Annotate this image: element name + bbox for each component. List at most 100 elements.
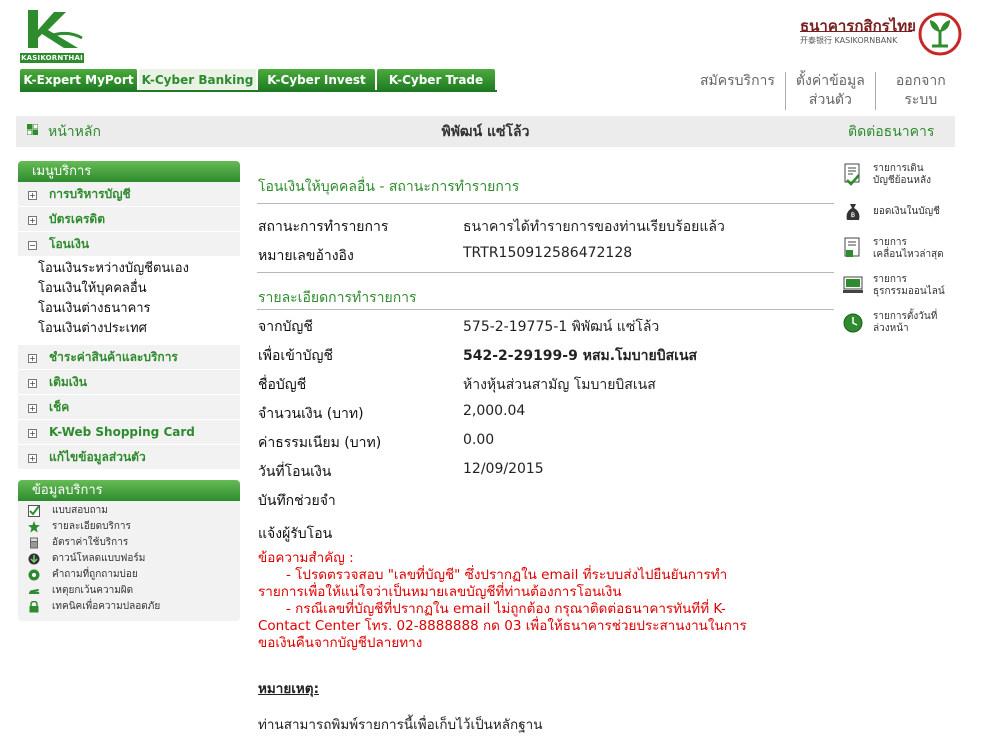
scheduled-transactions-link[interactable]: รายการตั้งวันที่ ล่วงหน้า [843,311,973,335]
kasikorn-logo-icon[interactable] [20,8,84,52]
quick-links: รายการเดิน บัญชีย้อนหลัง ฿ ยอดเงินในบัญชี… [843,163,973,348]
logout-label-line1: ออกจาก [895,73,946,89]
status-value: ธนาคารได้ทำรายการของท่านเรียบร้อยแล้ว [463,219,725,235]
sidebar-item-bill-payment[interactable]: + ชำระค่าสินค้าและบริการ [18,345,240,370]
submenu-international-transfer[interactable]: โอนเงินต่างประเทศ [38,319,240,339]
faq-link[interactable]: คำถามที่ถูกถามบ่อย [18,567,240,583]
question-icon [28,569,40,581]
sidebar-item-label: ชำระค่าสินค้าและบริการ [49,350,178,364]
online-transactions-icon [843,276,863,293]
submenu-interbank-transfer[interactable]: โอนเงินต่างธนาคาร [38,299,240,319]
quick-link-label: ล่วงหน้า [873,323,909,334]
submenu-own-account-transfer[interactable]: โอนเงินระหว่างบัญชีตนเอง [38,259,240,279]
tab-k-cyber-trade[interactable]: K-Cyber Trade [377,69,495,91]
download-icon [28,553,40,565]
memo-label: บันทึกช่วยจำ [258,493,336,509]
divider [257,309,834,310]
sidebar-item-label: การบริหารบัญชี [49,187,131,201]
home-icon [27,124,38,135]
submenu-third-party-transfer[interactable]: โอนเงินให้บุคคลอื่น [38,279,240,299]
calculator-icon [30,537,38,549]
account-balance-link[interactable]: ฿ ยอดเงินในบัญชี [843,200,973,224]
sidebar-item-credit-card[interactable]: + บัตรเครดิต [18,207,240,232]
notice-line: ขอเงินคืนจากบัญชีปลายทาง [258,635,423,651]
quick-link-label: รายการตั้งวันที่ [873,311,938,322]
quick-link-label: ธุรกรรมออนไลน์ [873,286,945,297]
notice-line: - กรณีเลขที่บัญชีที่ปรากฏใน email ไม่ถูก… [286,601,726,617]
sidebar: เมนูบริการ + การบริหารบัญชี + บัตรเครดิต −… [18,161,240,621]
service-fees-link[interactable]: อัตราค่าใช้บริการ [18,535,240,551]
svg-text:฿: ฿ [851,211,855,219]
sidebar-item-cheque[interactable]: + เช็ค [18,395,240,420]
divider [257,272,834,273]
lock-icon [29,601,39,613]
tab-bar-underline [20,90,497,92]
service-details-label: รายละเอียดบริการ [52,521,131,532]
survey-link[interactable]: แบบสอบถาม [18,503,240,519]
sidebar-item-top-up[interactable]: + เติมเงิน [18,370,240,395]
service-info-list: แบบสอบถาม รายละเอียดบริการ อัตราค่าใช้บร… [18,501,240,621]
bank-name-underline [800,31,912,32]
sidebar-item-label: แก้ไขข้อมูลส่วนตัว [49,450,146,464]
disclaimer-link[interactable]: เหตุยกเว้นความผิด [18,583,240,599]
expand-icon: + [28,354,37,363]
nav-bar [16,116,955,147]
sidebar-item-k-web-shopping-card[interactable]: + K-Web Shopping Card [18,420,240,445]
statement-history-link[interactable]: รายการเดิน บัญชีย้อนหลัง [843,163,973,187]
status-label: สถานะการทำรายการ [258,219,389,235]
expand-icon: + [28,404,37,413]
expand-icon: + [28,191,37,200]
service-menu-title: เมนูบริการ [18,161,240,182]
tab-k-cyber-banking[interactable]: K-Cyber Banking [139,69,256,91]
checkmark-icon [28,505,40,517]
quick-link-label: รายการ [873,237,907,248]
sidebar-item-label: บัตรเครดิต [49,212,106,226]
security-tips-link[interactable]: เทคนิคเพื่อความปลอดภัย [18,599,240,615]
sidebar-item-account-management[interactable]: + การบริหารบัญชี [18,182,240,207]
recent-transactions-icon [844,237,860,257]
quick-link-label: เคลื่อนไหวล่าสุด [873,249,944,260]
tab-k-cyber-invest[interactable]: K-Cyber Invest [258,69,375,91]
sidebar-item-label: เช็ค [49,400,70,414]
important-notice: ข้อความสำคัญ : - โปรดตรวจสอบ "เลขที่บัญช… [258,550,818,652]
notice-title: ข้อความสำคัญ : [258,550,354,566]
online-transactions-link[interactable]: รายการ ธุรกรรมออนไลน์ [843,274,973,298]
quick-link-label: ยอดเงินในบัญชี [873,206,940,217]
top-links: สมัครบริการ ตั้งค่าข้อมูล ส่วนตัว ออกจาก… [690,72,956,110]
sidebar-item-transfer[interactable]: − โอนเงิน [18,232,240,257]
service-fees-label: อัตราค่าใช้บริการ [52,537,129,548]
sidebar-item-label: เติมเงิน [49,375,87,389]
account-name-value: ห้างหุ้นส่วนสามัญ โมบายบิสเนส [463,377,656,393]
amount-label: จำนวนเงิน (บาท) [258,406,364,422]
tab-k-expert-myport[interactable]: K-Expert MyPort [20,69,137,91]
personal-settings-link[interactable]: ตั้งค่าข้อมูล ส่วนตัว [786,72,876,110]
quick-link-label: บัญชีย้อนหลัง [873,175,931,186]
fee-value: 0.00 [463,432,495,448]
home-link[interactable]: หน้าหลัก [48,121,101,143]
notify-recipient-label: แจ้งผู้รับโอน [258,526,333,542]
page-title: โอนเงินให้บุคคลอื่น - สถานะการทำรายการ [258,179,520,195]
product-tabs: K-Expert MyPort K-Cyber Banking K-Cyber … [20,69,495,91]
sidebar-item-edit-profile[interactable]: + แก้ไขข้อมูลส่วนตัว [18,445,240,470]
service-details-link[interactable]: รายละเอียดบริการ [18,519,240,535]
survey-label: แบบสอบถาม [52,505,108,516]
register-link[interactable]: สมัครบริการ [690,72,786,110]
account-name-label: ชื่อบัญชี [258,377,307,393]
collapse-icon: − [28,241,37,250]
logo-text: KASIKORNTHAI [20,53,84,63]
notice-line: Contact Center โทร. 02-8888888 กด 03 เพื… [258,618,747,634]
quick-link-label: รายการ [873,274,907,285]
details-title: รายละเอียดการทำรายการ [258,290,417,306]
download-forms-link[interactable]: ดาวน์โหลดแบบฟอร์ม [18,551,240,567]
recent-transactions-link[interactable]: รายการ เคลื่อนไหวล่าสุด [843,237,973,261]
money-bag-icon: ฿ [846,204,860,220]
from-account-label: จากบัญชี [258,319,313,335]
hand-icon [29,589,40,594]
reference-label: หมายเลขอ้างอิง [258,248,354,264]
sidebar-item-label: โอนเงิน [49,237,90,251]
service-info-title: ข้อมูลบริการ [18,480,240,501]
notice-line: รายการเพื่อให้แน่ใจว่าเป็นหมายเลขบัญชีที… [258,584,622,600]
logout-link[interactable]: ออกจาก ระบบ [876,72,956,110]
contact-bank-link[interactable]: ติดต่อธนาคาร [848,121,934,143]
remark-text: ท่านสามารถพิมพ์รายการนี้เพื่อเก็บไว้เป็น… [258,717,543,733]
